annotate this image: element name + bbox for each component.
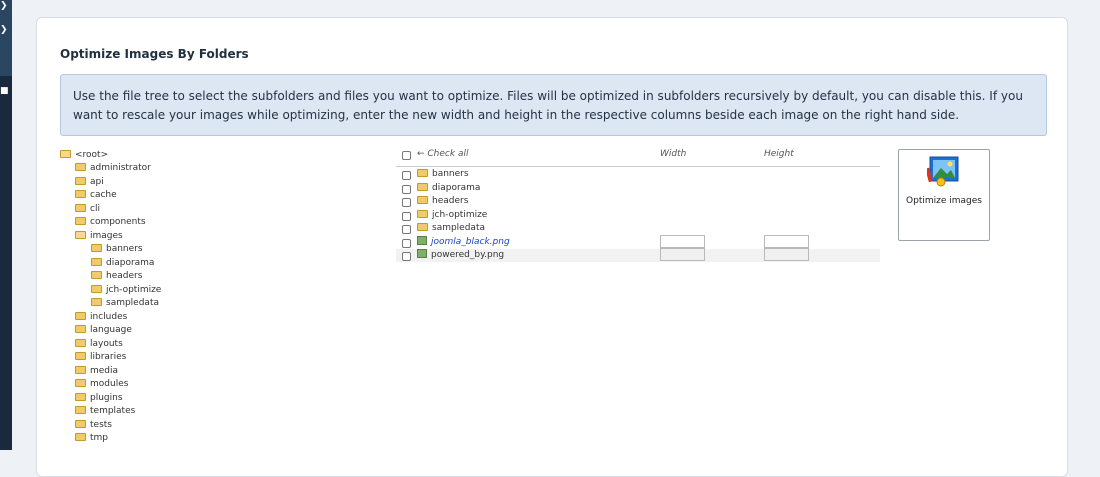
folder-icon (417, 223, 428, 231)
folder-open-icon (60, 150, 71, 158)
folder-icon (91, 285, 102, 293)
folder-icon (75, 406, 86, 414)
row-checkbox[interactable] (402, 171, 411, 180)
folder-row: sampledata (396, 222, 880, 235)
tree-item[interactable]: administrator (75, 162, 151, 175)
optimize-card: Optimize Images By Folders Use the file … (36, 17, 1068, 477)
folder-row: jch-optimize (396, 209, 880, 222)
tree-item[interactable]: tmp (75, 432, 108, 445)
tree-item[interactable]: cli (75, 203, 100, 216)
check-all-checkbox[interactable] (402, 151, 411, 160)
chevron-right-icon[interactable]: ❯ (0, 2, 8, 11)
folder-icon (417, 196, 428, 204)
tree-item[interactable]: media (75, 365, 118, 378)
row-checkbox[interactable] (402, 225, 411, 234)
tree-item[interactable]: layouts (75, 338, 123, 351)
folder-icon (91, 244, 102, 252)
row-checkbox[interactable] (402, 212, 411, 221)
sidebar: ❯ ❯ ■ (0, 0, 12, 450)
tree-item[interactable]: language (75, 324, 132, 337)
row-checkbox[interactable] (402, 198, 411, 207)
folder-icon (75, 433, 86, 441)
folder-icon (417, 169, 428, 177)
sidebar-active-item[interactable] (0, 0, 12, 76)
image-file-link[interactable]: joomla_black.png (431, 237, 510, 247)
file-table-header: ← Check all Width Height (396, 148, 880, 167)
folder-icon (75, 312, 86, 320)
tree-item[interactable]: cache (75, 189, 117, 202)
tree-root[interactable]: <root> (60, 149, 108, 162)
image-file-icon (417, 249, 427, 258)
folder-icon (91, 298, 102, 306)
folder-icon (75, 379, 86, 387)
chevron-right-icon[interactable]: ❯ (0, 26, 8, 35)
height-column-header: Height (764, 149, 794, 159)
image-row: powered_by.png (396, 248, 880, 262)
folder-icon (75, 217, 86, 225)
menu-icon[interactable]: ■ (0, 87, 9, 96)
folder-icon (75, 366, 86, 374)
folder-icon (91, 258, 102, 266)
tree-subitem[interactable]: jch-optimize (91, 284, 161, 297)
tree-item[interactable]: api (75, 176, 104, 189)
tree-subitem[interactable]: headers (91, 270, 142, 283)
folder-icon (75, 163, 86, 171)
tree-item[interactable]: tests (75, 419, 112, 432)
folder-row: banners (396, 168, 880, 181)
optimize-images-button[interactable]: Optimize images (898, 149, 990, 241)
tree-subitem[interactable]: diaporama (91, 257, 154, 270)
row-checkbox[interactable] (402, 252, 411, 261)
folder-icon (75, 352, 86, 360)
image-file-name[interactable]: powered_by.png (431, 250, 504, 260)
info-message: Use the file tree to select the subfolde… (60, 74, 1047, 136)
section-title: Optimize Images By Folders (60, 47, 249, 61)
tree-subitem[interactable]: banners (91, 243, 143, 256)
folder-icon (91, 271, 102, 279)
tree-item[interactable]: templates (75, 405, 135, 418)
folder-icon (75, 190, 86, 198)
tree-subitem[interactable]: sampledata (91, 297, 159, 310)
folder-icon (75, 393, 86, 401)
row-checkbox[interactable] (402, 185, 411, 194)
tree-item[interactable]: components (75, 216, 146, 229)
height-input[interactable] (764, 235, 809, 248)
folder-icon (75, 420, 86, 428)
folder-icon (75, 204, 86, 212)
folder-icon (75, 177, 86, 185)
folder-open-icon (75, 231, 86, 239)
folder-icon (75, 339, 86, 347)
folder-icon (417, 210, 428, 218)
folder-icon (417, 183, 428, 191)
folder-icon (75, 325, 86, 333)
tree-item[interactable]: includes (75, 311, 127, 324)
tree-item-images[interactable]: images (75, 230, 123, 243)
optimize-image-icon (927, 156, 959, 187)
width-input[interactable] (660, 235, 705, 248)
width-column-header: Width (660, 149, 687, 159)
folder-row: diaporama (396, 182, 880, 195)
tree-item[interactable]: plugins (75, 392, 123, 405)
tree-item[interactable]: modules (75, 378, 128, 391)
row-checkbox[interactable] (402, 239, 411, 248)
optimize-images-label: Optimize images (906, 196, 982, 206)
tree-item[interactable]: libraries (75, 351, 126, 364)
image-file-icon (417, 236, 427, 245)
width-input[interactable] (660, 248, 705, 261)
check-all-label[interactable]: ← Check all (417, 149, 468, 159)
height-input[interactable] (764, 248, 809, 261)
folder-row: headers (396, 195, 880, 208)
